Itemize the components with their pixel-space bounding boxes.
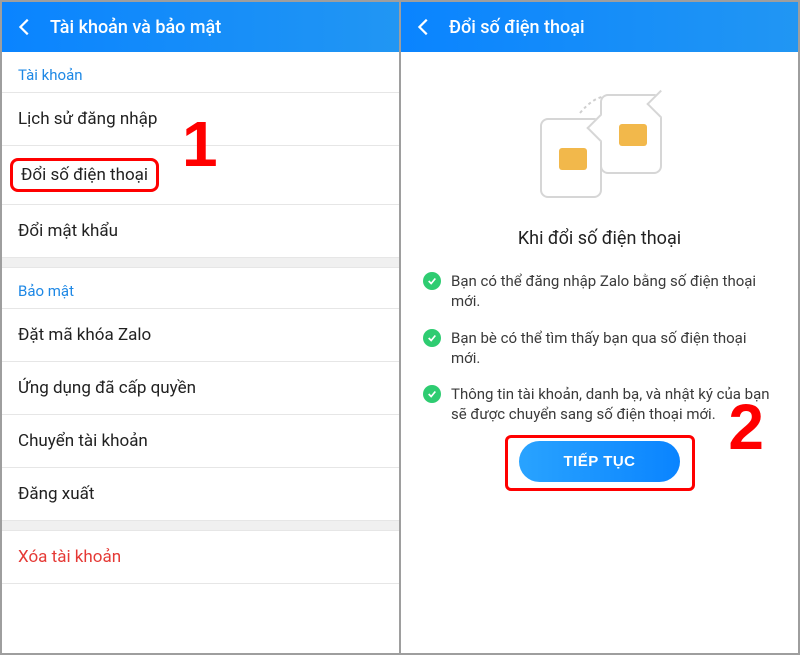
menu-item-lock-code[interactable]: Đặt mã khóa Zalo	[2, 309, 399, 362]
screen-change-phone: Đổi số điện thoại Khi đổi số điện thoại …	[401, 2, 798, 653]
sim-icon	[600, 94, 662, 174]
menu-item-change-password[interactable]: Đổi mật khẩu	[2, 205, 399, 258]
annotation-step-2: 2	[728, 390, 764, 464]
section-separator	[2, 521, 399, 531]
page-title: Tài khoản và bảo mật	[50, 17, 221, 38]
check-icon	[423, 329, 441, 347]
sim-swap-illustration	[520, 88, 680, 208]
section-label-security: Bảo mật	[2, 268, 399, 309]
header-bar: Tài khoản và bảo mật	[2, 2, 399, 52]
bullet-text: Bạn có thể đăng nhập Zalo bằng số điện t…	[451, 271, 776, 312]
bullet-text: Thông tin tài khoản, danh bạ, và nhật ký…	[451, 384, 776, 425]
info-bullet: Bạn bè có thể tìm thấy bạn qua số điện t…	[423, 328, 776, 369]
menu-item-delete-account[interactable]: Xóa tài khoản	[2, 531, 399, 584]
annotation-highlight-box	[505, 435, 695, 491]
section-separator	[2, 258, 399, 268]
back-icon[interactable]	[14, 16, 36, 38]
header-bar: Đổi số điện thoại	[401, 2, 798, 52]
info-bullet: Thông tin tài khoản, danh bạ, và nhật ký…	[423, 384, 776, 425]
menu-item-logout[interactable]: Đăng xuất	[2, 468, 399, 521]
back-icon[interactable]	[413, 16, 435, 38]
info-heading: Khi đổi số điện thoại	[401, 228, 798, 249]
check-icon	[423, 272, 441, 290]
bullet-text: Bạn bè có thể tìm thấy bạn qua số điện t…	[451, 328, 776, 369]
menu-item-switch-account[interactable]: Chuyển tài khoản	[2, 415, 399, 468]
change-phone-info: Khi đổi số điện thoại Bạn có thể đăng nh…	[401, 52, 798, 653]
menu-item-permitted-apps[interactable]: Ứng dụng đã cấp quyền	[2, 362, 399, 415]
menu-item-label: Đổi số điện thoại	[21, 165, 148, 185]
sim-icon	[540, 118, 602, 198]
section-label-account: Tài khoản	[2, 52, 399, 93]
annotation-highlight-box: Đổi số điện thoại	[10, 158, 159, 192]
screen-account-security: Tài khoản và bảo mật Tài khoản Lịch sử đ…	[2, 2, 401, 653]
info-bullet: Bạn có thể đăng nhập Zalo bằng số điện t…	[423, 271, 776, 312]
page-title: Đổi số điện thoại	[449, 17, 585, 38]
annotation-step-1: 1	[182, 107, 218, 181]
check-icon	[423, 385, 441, 403]
